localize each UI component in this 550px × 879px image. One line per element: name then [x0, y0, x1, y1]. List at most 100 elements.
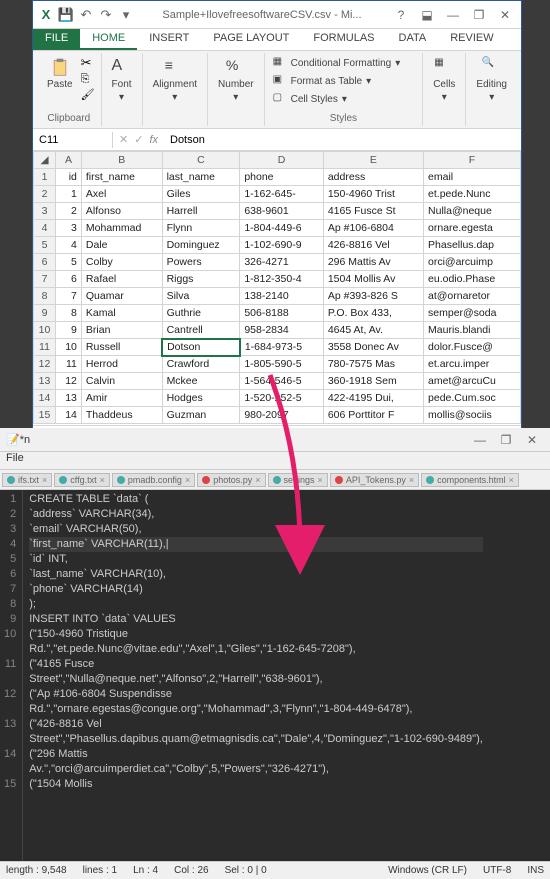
cell[interactable]: mollis@sociis	[424, 407, 521, 424]
cell[interactable]: 958-2834	[240, 322, 324, 339]
format-as-table-button[interactable]: ▣Format as Table▾	[271, 73, 417, 89]
row-header[interactable]: 14	[34, 390, 56, 407]
fx-enter-icon[interactable]: ✓	[134, 133, 143, 146]
cell[interactable]: 138-2140	[240, 288, 324, 305]
font-button[interactable]: AFont▾	[108, 55, 136, 105]
cell[interactable]: Silva	[162, 288, 240, 305]
col-header-B[interactable]: B	[81, 152, 162, 169]
cell[interactable]: 980-2097	[240, 407, 324, 424]
help-icon[interactable]: ?	[389, 5, 413, 25]
name-box[interactable]: C11	[33, 132, 113, 148]
cell[interactable]: Hodges	[162, 390, 240, 407]
cell[interactable]: 426-8816 Vel	[323, 237, 423, 254]
row-header[interactable]: 7	[34, 271, 56, 288]
format-painter-icon[interactable]: 🖌	[81, 88, 95, 101]
cell[interactable]: Herrod	[81, 356, 162, 373]
cell[interactable]: Rafael	[81, 271, 162, 288]
cell[interactable]: 1-804-449-6	[240, 220, 324, 237]
conditional-formatting-button[interactable]: ▦Conditional Formatting▾	[271, 55, 417, 71]
row-header[interactable]: 1	[34, 169, 56, 186]
cell[interactable]: Amir	[81, 390, 162, 407]
cell[interactable]: 506-8188	[240, 305, 324, 322]
tab-formulas[interactable]: FORMULAS	[301, 29, 386, 50]
col-header-F[interactable]: F	[424, 152, 521, 169]
tab-data[interactable]: DATA	[387, 29, 439, 50]
cell[interactable]: Crawford	[162, 356, 240, 373]
cell[interactable]: address	[323, 169, 423, 186]
tab-close-icon[interactable]: ×	[509, 475, 514, 485]
cell[interactable]: 1-805-590-5	[240, 356, 324, 373]
cell[interactable]: 7	[56, 288, 82, 305]
tab-close-icon[interactable]: ×	[42, 475, 47, 485]
tab-home[interactable]: HOME	[80, 29, 137, 50]
cell[interactable]: Dale	[81, 237, 162, 254]
cell[interactable]: et.arcu.imper	[424, 356, 521, 373]
cell[interactable]: 2	[56, 203, 82, 220]
row-header[interactable]: 11	[34, 339, 56, 356]
cell[interactable]: 12	[56, 373, 82, 390]
row-header[interactable]: 9	[34, 305, 56, 322]
tab-close-icon[interactable]: ×	[318, 475, 323, 485]
cell[interactable]: Riggs	[162, 271, 240, 288]
cell[interactable]: Guthrie	[162, 305, 240, 322]
formula-input[interactable]	[164, 132, 521, 148]
cell[interactable]: Nulla@neque	[424, 203, 521, 220]
minimize-icon[interactable]: —	[441, 5, 465, 25]
cell[interactable]: 780-7575 Mas	[323, 356, 423, 373]
cell[interactable]: 3558 Donec Av	[323, 339, 423, 356]
row-header[interactable]: 8	[34, 288, 56, 305]
cell[interactable]: Mckee	[162, 373, 240, 390]
npp-tab[interactable]: photos.py×	[197, 473, 265, 487]
cell[interactable]: Mauris.blandi	[424, 322, 521, 339]
cell[interactable]: last_name	[162, 169, 240, 186]
code-content[interactable]: CREATE TABLE `data` (`address` VARCHAR(3…	[23, 490, 489, 861]
code-editor[interactable]: 12345678910 11 12 13 14 15 CREATE TABLE …	[0, 490, 550, 861]
row-header[interactable]: 15	[34, 407, 56, 424]
cell[interactable]: semper@soda	[424, 305, 521, 322]
spreadsheet-grid[interactable]: ◢ABCDEF1idfirst_namelast_namephoneaddres…	[33, 151, 521, 425]
cell[interactable]: 8	[56, 305, 82, 322]
cell[interactable]: Mohammad	[81, 220, 162, 237]
cell[interactable]: et.pede.Nunc	[424, 186, 521, 203]
cell[interactable]: orci@arcuimp	[424, 254, 521, 271]
npp-close-icon[interactable]: ✕	[520, 430, 544, 450]
cell[interactable]: 13	[56, 390, 82, 407]
cell[interactable]: Dominguez	[162, 237, 240, 254]
cell[interactable]: 11	[56, 356, 82, 373]
cell[interactable]: 1-162-645-	[240, 186, 324, 203]
cell[interactable]: 606 Porttitor F	[323, 407, 423, 424]
cell[interactable]: Giles	[162, 186, 240, 203]
cell[interactable]: 3	[56, 220, 82, 237]
cell[interactable]: 1	[56, 186, 82, 203]
cell[interactable]: 5	[56, 254, 82, 271]
cell[interactable]: at@ornaretor	[424, 288, 521, 305]
tab-page-layout[interactable]: PAGE LAYOUT	[201, 29, 301, 50]
npp-tab[interactable]: ifs.txt×	[2, 473, 52, 487]
maximize-icon[interactable]: ❐	[467, 5, 491, 25]
col-header-A[interactable]: A	[56, 152, 82, 169]
row-header[interactable]: 3	[34, 203, 56, 220]
alignment-button[interactable]: ≡Alignment▾	[149, 55, 201, 105]
number-button[interactable]: %Number▾	[214, 55, 258, 105]
cell[interactable]: 1504 Mollis Av	[323, 271, 423, 288]
cell[interactable]: amet@arcuCu	[424, 373, 521, 390]
cell-styles-button[interactable]: ▢Cell Styles▾	[271, 91, 417, 107]
cell[interactable]: Alfonso	[81, 203, 162, 220]
cell[interactable]: Dotson	[162, 339, 240, 356]
cell[interactable]: Harrell	[162, 203, 240, 220]
npp-maximize-icon[interactable]: ❐	[494, 430, 518, 450]
fx-icon[interactable]: fx	[149, 134, 158, 146]
cell[interactable]: Thaddeus	[81, 407, 162, 424]
cell[interactable]: Flynn	[162, 220, 240, 237]
cells-button[interactable]: ▦Cells▾	[429, 55, 459, 105]
cell[interactable]: Axel	[81, 186, 162, 203]
cell[interactable]: id	[56, 169, 82, 186]
cell[interactable]: 10	[56, 339, 82, 356]
col-header-D[interactable]: D	[240, 152, 324, 169]
cell[interactable]: Cantrell	[162, 322, 240, 339]
col-header-E[interactable]: E	[323, 152, 423, 169]
tab-file[interactable]: FILE	[33, 29, 80, 50]
cell[interactable]: Kamal	[81, 305, 162, 322]
row-header[interactable]: 5	[34, 237, 56, 254]
cell[interactable]: Colby	[81, 254, 162, 271]
